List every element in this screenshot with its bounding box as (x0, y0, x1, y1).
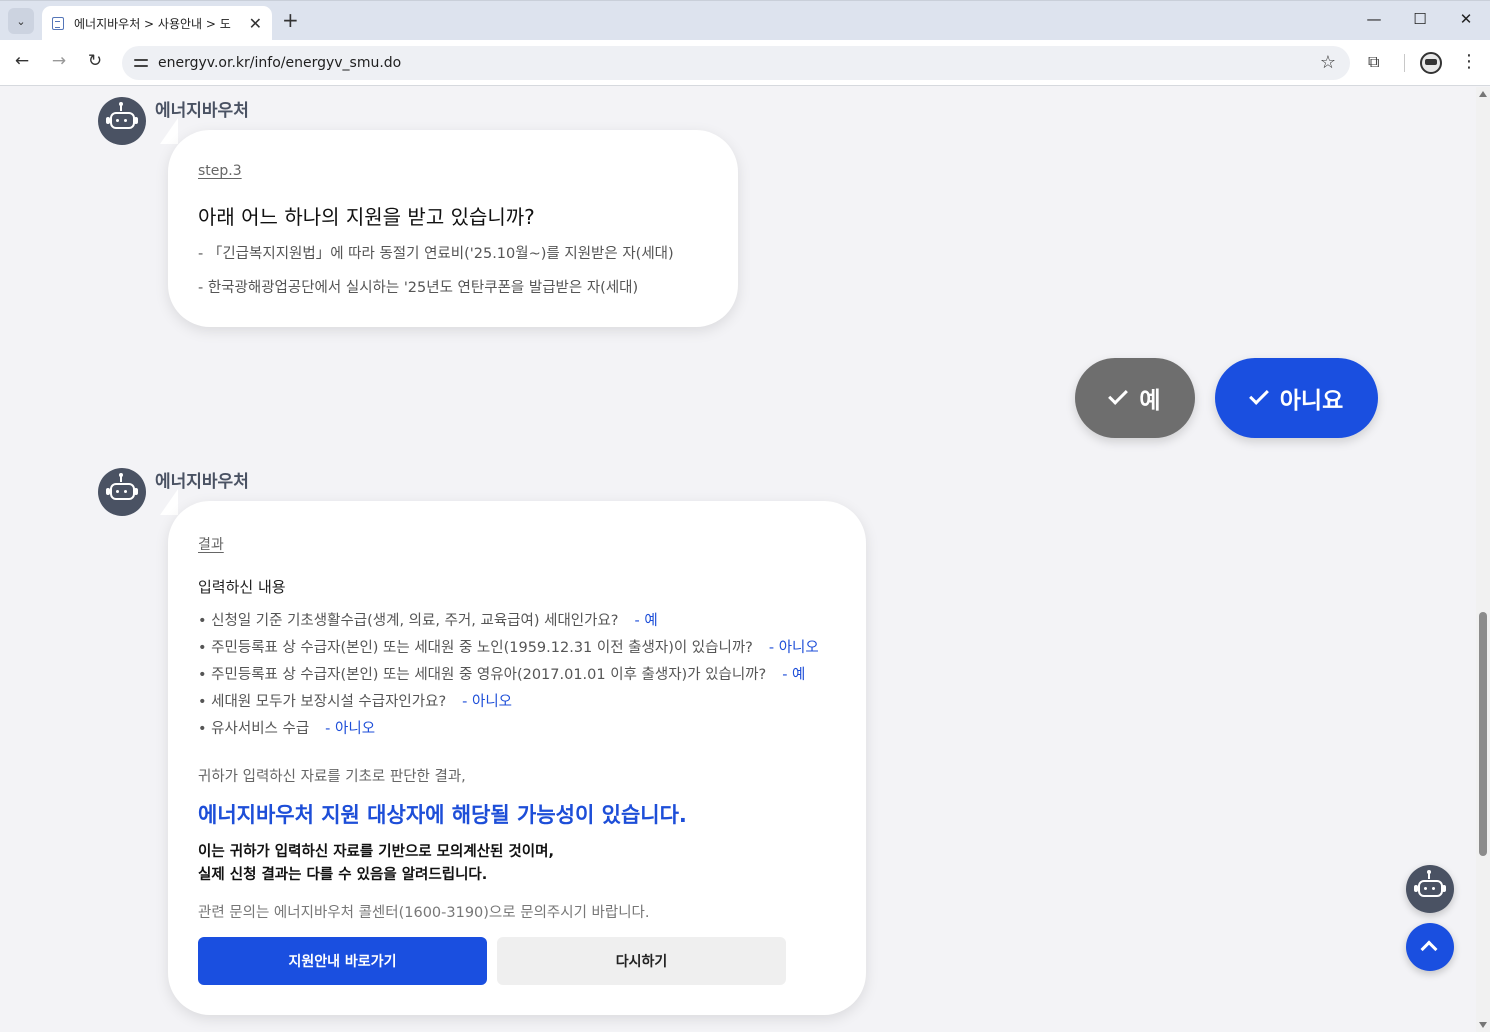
no-button[interactable]: 아니요 (1215, 358, 1378, 438)
browser-tab-active[interactable]: 에너지바우처 > 사용안내 > 도 ✕ (42, 6, 272, 41)
bot-avatar (98, 468, 146, 516)
answer-item-question: 세대원 모두가 보장시설 수급자인가요? (211, 694, 447, 710)
minimize-button[interactable]: — (1364, 10, 1384, 28)
tab-title: 에너지바우처 > 사용안내 > 도 (74, 17, 231, 31)
answer-item: • 주민등록표 상 수급자(본인) 또는 세대원 중 노인(1959.12.31… (198, 640, 819, 656)
result-bubble: 결과 입력하신 내용 • 신청일 기준 기초생활수급(생계, 의료, 주거, 교… (168, 501, 866, 1015)
answer-item-value: - 예 (782, 667, 806, 683)
extensions-icon[interactable]: ⧉ (1368, 52, 1379, 72)
basis-text: 귀하가 입력하신 자료를 기초로 판단한 결과, (198, 769, 466, 785)
robot-ear-left (106, 117, 110, 124)
robot-ear-right (1442, 885, 1446, 892)
support-guide-button[interactable]: 지원안내 바로가기 (198, 937, 487, 985)
answer-item-question: 주민등록표 상 수급자(본인) 또는 세대원 중 영유아(2017.01.01 … (211, 667, 767, 683)
browser-tab-bar: ⌄ 에너지바우처 > 사용안내 > 도 ✕ + — ☐ ✕ (0, 0, 1490, 41)
robot-icon (1418, 880, 1443, 897)
chevron-up-icon (1420, 940, 1438, 958)
notice-text: 이는 귀하가 입력하신 자료를 기반으로 모의계산된 것이며, 실제 신청 결과… (198, 841, 554, 887)
robot-ear-right (134, 488, 138, 495)
answer-item-question: 신청일 기준 기초생활수급(생계, 의료, 주거, 교육급여) 세대인가요? (211, 613, 619, 629)
address-bar[interactable]: energyv.or.kr/info/energyv_smu.do ☆ (122, 46, 1350, 80)
retry-button[interactable]: 다시하기 (497, 937, 786, 985)
scroll-top-button[interactable] (1406, 923, 1454, 971)
tab-close-icon[interactable]: ✕ (249, 14, 262, 33)
question-title: 아래 어느 하나의 지원을 받고 있습니까? (198, 205, 535, 229)
forward-button[interactable]: → (47, 51, 71, 71)
answer-item-question: 유사서비스 수급 (211, 721, 310, 737)
bookmark-star-icon[interactable]: ☆ (1320, 52, 1336, 73)
browser-toolbar: ← → ↻ energyv.or.kr/info/energyv_smu.do … (0, 40, 1490, 86)
browser-menu-icon[interactable]: ⋮ (1460, 51, 1478, 72)
window-close-button[interactable]: ✕ (1456, 10, 1476, 28)
toolbar-divider (1404, 54, 1405, 72)
answer-item-value: - 아니오 (768, 640, 819, 656)
result-title: 에너지바우처 지원 대상자에 해당될 가능성이 있습니다. (198, 803, 687, 827)
maximize-button[interactable]: ☐ (1410, 10, 1430, 28)
notice-line: 이는 귀하가 입력하신 자료를 기반으로 모의계산된 것이며, (198, 844, 554, 860)
scroll-thumb[interactable] (1479, 612, 1487, 856)
url-text[interactable]: energyv.or.kr/info/energyv_smu.do (158, 55, 401, 71)
answer-item-value: - 예 (634, 613, 658, 629)
reload-button[interactable]: ↻ (83, 51, 107, 71)
profile-avatar[interactable] (1420, 52, 1442, 74)
result-section-label: 결과 (198, 537, 224, 553)
site-settings-icon[interactable] (134, 56, 152, 70)
robot-icon (110, 483, 135, 500)
bot-avatar (98, 97, 146, 145)
contact-text: 관련 문의는 에너지바우처 콜센터(1600-3190)으로 문의주시기 바랍니… (198, 905, 650, 921)
tab-search-button[interactable]: ⌄ (8, 8, 34, 34)
robot-antenna (119, 473, 124, 482)
scroll-up-arrow-icon[interactable] (1479, 91, 1487, 97)
answer-item: • 주민등록표 상 수급자(본인) 또는 세대원 중 영유아(2017.01.0… (198, 667, 806, 683)
check-icon (1248, 385, 1269, 405)
page-scrollbar[interactable] (1476, 87, 1490, 1032)
robot-antenna (1427, 870, 1432, 879)
answer-item-question: 주민등록표 상 수급자(본인) 또는 세대원 중 노인(1959.12.31 이… (211, 640, 753, 656)
yes-label: 예 (1139, 388, 1161, 414)
input-heading: 입력하신 내용 (198, 578, 286, 596)
new-tab-button[interactable]: + (282, 9, 299, 31)
robot-ear-right (134, 117, 138, 124)
chatbot-float-button[interactable] (1406, 865, 1454, 913)
answer-item: • 유사서비스 수급 - 아니오 (198, 721, 376, 737)
bubble-tail (160, 489, 178, 515)
site-favicon-icon (52, 17, 64, 30)
condition-line: - 한국광해광업공단에서 실시하는 '25년도 연탄쿠폰을 발급받은 자(세대) (198, 280, 639, 296)
chevron-down-icon: ⌄ (16, 14, 26, 28)
answer-item: • 세대원 모두가 보장시설 수급자인가요? - 아니오 (198, 694, 513, 710)
yes-button[interactable]: 예 (1075, 358, 1195, 438)
robot-ear-left (1414, 885, 1418, 892)
answer-item: • 신청일 기준 기초생활수급(생계, 의료, 주거, 교육급여) 세대인가요?… (198, 613, 658, 629)
step-question-bubble: step.3 아래 어느 하나의 지원을 받고 있습니까? - 「긴급복지지원법… (168, 130, 738, 327)
notice-line: 실제 신청 결과는 다를 수 있음을 알려드립니다. (198, 867, 488, 883)
no-label: 아니요 (1279, 388, 1344, 414)
condition-line: - 「긴급복지지원법」에 따라 동절기 연료비('25.10월~)를 지원받은 … (198, 246, 674, 262)
chat-area: 에너지바우처 step.3 아래 어느 하나의 지원을 받고 있습니까? - 「… (0, 87, 1476, 1032)
scroll-down-arrow-icon[interactable] (1479, 1022, 1487, 1028)
back-button[interactable]: ← (10, 51, 34, 71)
answer-item-value: - 아니오 (462, 694, 513, 710)
robot-antenna (119, 102, 124, 111)
check-icon (1108, 385, 1129, 405)
bubble-tail (160, 118, 178, 144)
step-label: step.3 (198, 163, 242, 179)
robot-icon (110, 112, 135, 129)
answer-item-value: - 아니오 (325, 721, 376, 737)
robot-ear-left (106, 488, 110, 495)
